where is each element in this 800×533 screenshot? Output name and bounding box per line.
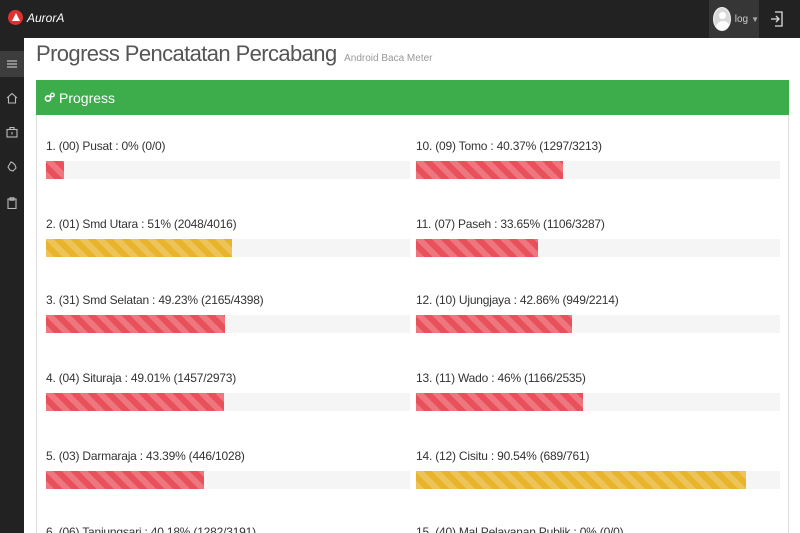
progress-label: 2. (01) Smd Utara : 51% (2048/4016) bbox=[46, 217, 237, 231]
progress-bar bbox=[46, 239, 232, 257]
progress-label: 3. (31) Smd Selatan : 49.23% (2165/4398) bbox=[46, 293, 264, 307]
app-name: AurorA bbox=[27, 10, 65, 25]
progress-track bbox=[46, 315, 410, 333]
cogs-icon bbox=[44, 92, 55, 102]
progress-label: 1. (00) Pusat : 0% (0/0) bbox=[46, 139, 166, 153]
logo-icon bbox=[8, 10, 23, 25]
progress-bar bbox=[416, 161, 563, 179]
page-subtitle: Android Baca Meter bbox=[344, 53, 433, 64]
page-title-text: Progress Pencatatan Percabang bbox=[36, 41, 337, 66]
panel-title: Progress bbox=[59, 89, 116, 106]
progress-label: 15. (40) Mal Pelayanan Publik : 0% (0/0) bbox=[416, 525, 624, 533]
top-navbar: AurorA log ▼ bbox=[0, 0, 800, 38]
panel-header: Progress bbox=[36, 80, 789, 115]
user-menu[interactable]: log ▼ bbox=[709, 0, 759, 38]
logout-button[interactable] bbox=[770, 11, 784, 27]
progress-bar bbox=[416, 315, 572, 333]
sidebar-toggle[interactable] bbox=[0, 51, 24, 77]
progress-track bbox=[416, 315, 780, 333]
progress-label: 5. (03) Darmaraja : 43.39% (446/1028) bbox=[46, 449, 245, 463]
progress-label: 10. (09) Tomo : 40.37% (1297/3213) bbox=[416, 139, 602, 153]
progress-label: 12. (10) Ujungjaya : 42.86% (949/2214) bbox=[416, 293, 619, 307]
progress-bar bbox=[416, 239, 539, 257]
hand-icon bbox=[7, 161, 17, 172]
progress-track bbox=[46, 239, 410, 257]
sidebar-item-clipboard[interactable] bbox=[0, 190, 24, 216]
page-title: Progress Pencatatan Percabang Android Ba… bbox=[36, 41, 433, 67]
briefcase-icon bbox=[6, 126, 18, 138]
chevron-down-icon: ▼ bbox=[751, 14, 759, 24]
progress-label: 13. (11) Wado : 46% (1166/2535) bbox=[416, 371, 586, 385]
progress-track bbox=[416, 239, 780, 257]
progress-track bbox=[416, 161, 780, 179]
home-icon bbox=[6, 92, 18, 104]
progress-track bbox=[46, 393, 410, 411]
sidebar-item-home[interactable] bbox=[0, 85, 24, 111]
progress-track bbox=[46, 161, 410, 179]
sidebar bbox=[0, 38, 24, 533]
progress-bar bbox=[46, 315, 226, 333]
progress-label: 11. (07) Paseh : 33.65% (1106/3287) bbox=[416, 217, 605, 231]
progress-label: 4. (04) Situraja : 49.01% (1457/2973) bbox=[46, 371, 237, 385]
progress-bar bbox=[416, 393, 584, 411]
sidebar-item-hand[interactable] bbox=[0, 153, 24, 179]
avatar bbox=[713, 7, 731, 31]
menu-icon bbox=[7, 60, 17, 68]
progress-bar bbox=[416, 471, 746, 489]
progress-bar bbox=[46, 161, 65, 179]
progress-track bbox=[416, 471, 780, 489]
progress-bar bbox=[46, 471, 204, 489]
progress-track bbox=[416, 393, 780, 411]
user-name: log bbox=[734, 13, 749, 25]
sidebar-item-briefcase[interactable] bbox=[0, 119, 24, 145]
progress-track bbox=[46, 471, 410, 489]
progress-label: 6. (06) Tanjungsari : 40.18% (1282/3191) bbox=[46, 525, 256, 533]
progress-bar bbox=[46, 393, 225, 411]
progress-label: 14. (12) Cisitu : 90.54% (689/761) bbox=[416, 449, 590, 463]
app-logo[interactable]: AurorA bbox=[8, 10, 64, 25]
logout-icon bbox=[771, 11, 783, 27]
clipboard-icon bbox=[7, 197, 17, 209]
